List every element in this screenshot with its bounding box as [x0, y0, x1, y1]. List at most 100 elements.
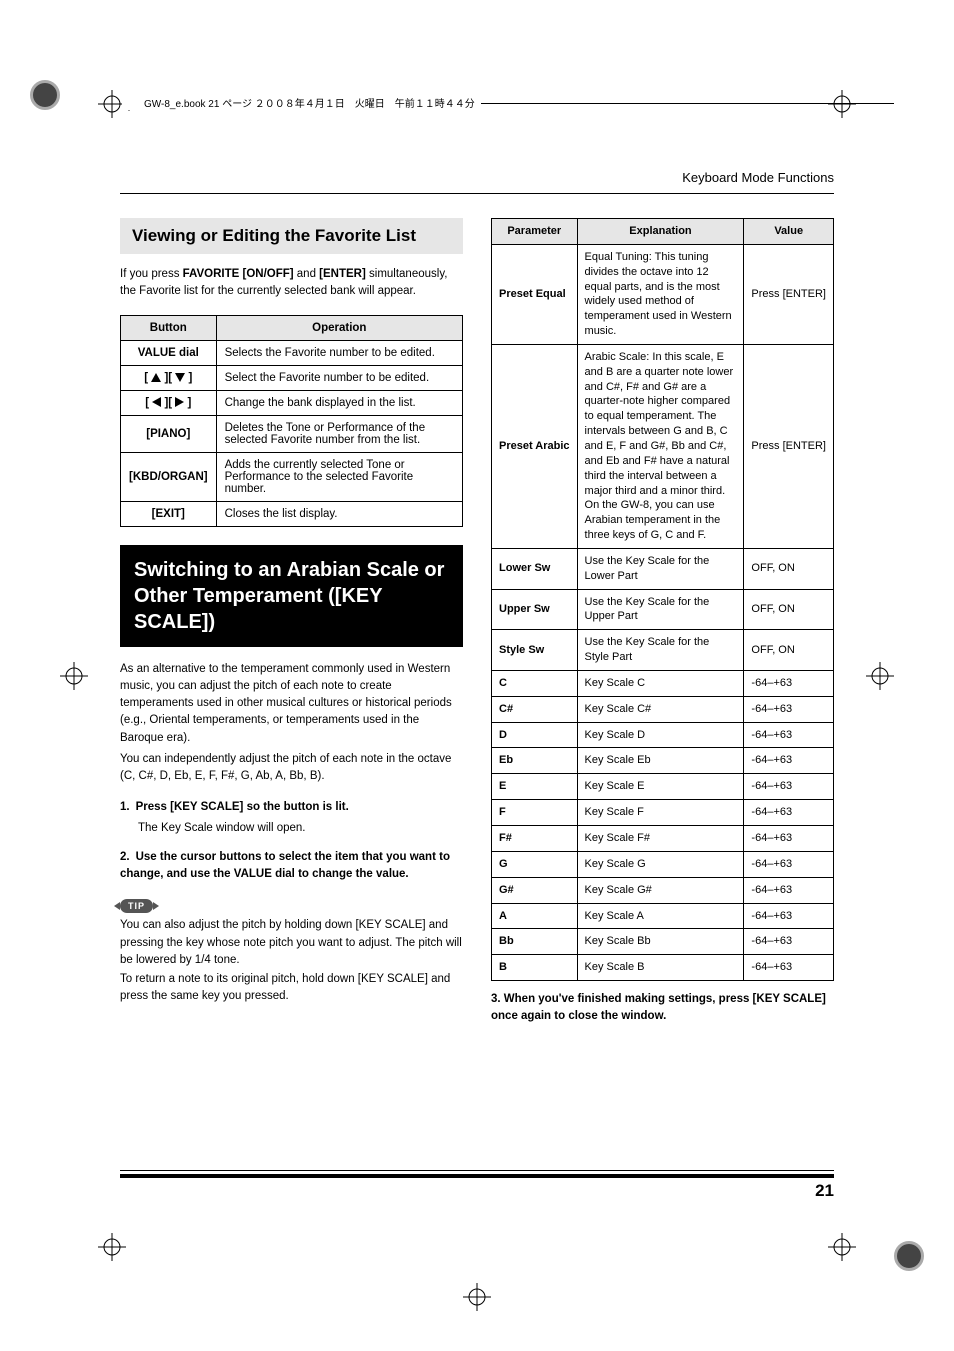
table-row: Style SwUse the Key Scale for the Style … — [492, 630, 834, 671]
param-value: OFF, ON — [744, 630, 834, 671]
step-2: 2.Use the cursor buttons to select the i… — [120, 849, 463, 884]
table-row: DKey Scale D-64–+63 — [492, 722, 834, 748]
col-explanation: Explanation — [577, 219, 744, 245]
table-row: AKey Scale A-64–+63 — [492, 903, 834, 929]
step-1: 1.Press [KEY SCALE] so the button is lit… — [120, 799, 463, 837]
param-value: -64–+63 — [744, 929, 834, 955]
table-row: Lower SwUse the Key Scale for the Lower … — [492, 548, 834, 589]
table-row: [PIANO] Deletes the Tone or Performance … — [121, 415, 463, 452]
table-row: EbKey Scale Eb-64–+63 — [492, 748, 834, 774]
param-explanation: Key Scale G — [577, 851, 744, 877]
print-header: GW-8_e.book 21 ページ ２００８年４月１日 火曜日 午前１１時４４… — [122, 95, 894, 115]
param-name: B — [492, 955, 578, 981]
tip-badge: TIP — [120, 899, 153, 913]
registration-mark-icon — [463, 1283, 491, 1311]
step-3: 3. When you've finished making settings,… — [491, 991, 834, 1026]
key-scale-para-2: You can independently adjust the pitch o… — [120, 751, 463, 786]
param-explanation: Arabic Scale: In this scale, E and B are… — [577, 344, 744, 548]
param-value: OFF, ON — [744, 548, 834, 589]
param-value: -64–+63 — [744, 696, 834, 722]
page-number: 21 — [810, 1181, 834, 1201]
param-explanation: Key Scale B — [577, 955, 744, 981]
table-row: VALUE dial Selects the Favorite number t… — [121, 340, 463, 365]
param-name: Eb — [492, 748, 578, 774]
table-row: Upper SwUse the Key Scale for the Upper … — [492, 589, 834, 630]
arrow-down-icon — [175, 373, 185, 382]
param-name: G — [492, 851, 578, 877]
param-explanation: Key Scale D — [577, 722, 744, 748]
table-row: FKey Scale F-64–+63 — [492, 800, 834, 826]
param-name: F — [492, 800, 578, 826]
param-value: -64–+63 — [744, 800, 834, 826]
param-name: Lower Sw — [492, 548, 578, 589]
key-scale-section-title: Switching to an Arabian Scale or Other T… — [120, 545, 463, 647]
parameters-table: Parameter Explanation Value Preset Equal… — [491, 218, 834, 981]
running-head: Keyboard Mode Functions — [120, 170, 834, 185]
param-value: -64–+63 — [744, 774, 834, 800]
page-number-block: 21 — [810, 1170, 834, 1201]
favorite-buttons-table: Button Operation VALUE dial Selects the … — [120, 315, 463, 527]
param-name: C — [492, 670, 578, 696]
param-explanation: Equal Tuning: This tuning divides the oc… — [577, 244, 744, 344]
tip-body-1: You can also adjust the pitch by holding… — [120, 917, 463, 969]
param-value: Press [ENTER] — [744, 244, 834, 344]
param-explanation: Key Scale E — [577, 774, 744, 800]
param-name: Upper Sw — [492, 589, 578, 630]
param-value: Press [ENTER] — [744, 344, 834, 548]
binding-mark — [894, 1241, 924, 1271]
arrow-left-icon — [152, 397, 161, 407]
table-row: CKey Scale C-64–+63 — [492, 670, 834, 696]
param-explanation: Use the Key Scale for the Style Part — [577, 630, 744, 671]
param-name: C# — [492, 696, 578, 722]
param-explanation: Key Scale C — [577, 670, 744, 696]
table-row: F#Key Scale F#-64–+63 — [492, 826, 834, 852]
table-row: BKey Scale B-64–+63 — [492, 955, 834, 981]
registration-mark-icon — [828, 1233, 856, 1261]
param-name: Preset Equal — [492, 244, 578, 344]
table-row: G#Key Scale G#-64–+63 — [492, 877, 834, 903]
param-explanation: Key Scale F# — [577, 826, 744, 852]
param-explanation: Use the Key Scale for the Lower Part — [577, 548, 744, 589]
table-row: EKey Scale E-64–+63 — [492, 774, 834, 800]
param-value: -64–+63 — [744, 877, 834, 903]
favorite-section-title: Viewing or Editing the Favorite List — [120, 218, 463, 254]
table-row: [EXIT] Closes the list display. — [121, 501, 463, 526]
col-operation: Operation — [216, 315, 462, 340]
param-explanation: Use the Key Scale for the Upper Part — [577, 589, 744, 630]
param-value: -64–+63 — [744, 748, 834, 774]
favorite-intro: If you press FAVORITE [ON/OFF] and [ENTE… — [120, 266, 463, 301]
table-row: Preset ArabicArabic Scale: In this scale… — [492, 344, 834, 548]
table-row: [KBD/ORGAN] Adds the currently selected … — [121, 452, 463, 501]
param-name: Preset Arabic — [492, 344, 578, 548]
param-name: A — [492, 903, 578, 929]
tip-body-2: To return a note to its original pitch, … — [120, 971, 463, 1006]
param-explanation: Key Scale C# — [577, 696, 744, 722]
param-name: Style Sw — [492, 630, 578, 671]
registration-mark-icon — [866, 662, 894, 690]
param-name: G# — [492, 877, 578, 903]
registration-mark-icon — [60, 662, 88, 690]
param-value: OFF, ON — [744, 589, 834, 630]
arrow-up-icon — [151, 373, 161, 382]
param-value: -64–+63 — [744, 955, 834, 981]
col-value: Value — [744, 219, 834, 245]
param-value: -64–+63 — [744, 826, 834, 852]
param-name: F# — [492, 826, 578, 852]
param-name: D — [492, 722, 578, 748]
key-scale-para-1: As an alternative to the temperament com… — [120, 661, 463, 747]
print-header-text: GW-8_e.book 21 ページ ２００８年４月１日 火曜日 午前１１時４４… — [122, 95, 481, 110]
param-value: -64–+63 — [744, 670, 834, 696]
binding-mark — [30, 80, 60, 110]
param-name: Bb — [492, 929, 578, 955]
table-row: Preset EqualEqual Tuning: This tuning di… — [492, 244, 834, 344]
arrow-right-icon — [175, 397, 184, 407]
param-value: -64–+63 — [744, 851, 834, 877]
table-row: C#Key Scale C#-64–+63 — [492, 696, 834, 722]
param-explanation: Key Scale G# — [577, 877, 744, 903]
divider — [120, 193, 834, 194]
param-explanation: Key Scale Bb — [577, 929, 744, 955]
param-explanation: Key Scale Eb — [577, 748, 744, 774]
table-row: BbKey Scale Bb-64–+63 — [492, 929, 834, 955]
table-row: [ ][ ] Change the bank displayed in the … — [121, 390, 463, 415]
param-value: -64–+63 — [744, 722, 834, 748]
